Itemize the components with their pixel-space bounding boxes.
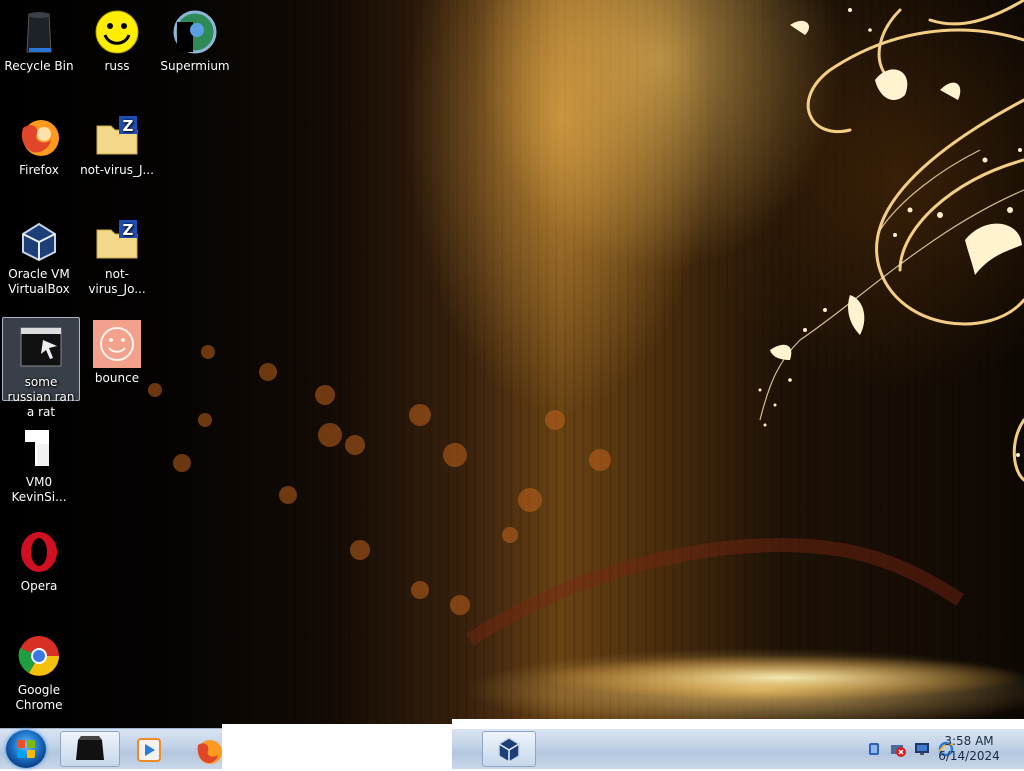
icon-label: some russian ran a rat bbox=[7, 375, 75, 419]
icon-label: VM0 KevinSi... bbox=[11, 475, 67, 504]
desktop-icon-recycle-bin[interactable]: Recycle Bin bbox=[1, 2, 77, 74]
clock-time: 3:58 AM bbox=[944, 734, 994, 748]
shield-icon[interactable] bbox=[866, 741, 882, 757]
desktop-icon-bounce[interactable]: bounce bbox=[79, 314, 155, 386]
taskbar[interactable]: 3:58 AM 6/14/2024 bbox=[0, 719, 1024, 769]
smiley-face-icon bbox=[93, 8, 141, 56]
icon-label: Opera bbox=[20, 579, 58, 593]
chrome-icon bbox=[15, 632, 63, 680]
icon-label: russ bbox=[104, 59, 130, 73]
taskbar-item-cmd-window[interactable] bbox=[60, 731, 120, 767]
start-button[interactable] bbox=[6, 730, 46, 768]
opera-icon bbox=[15, 528, 63, 576]
desktop-icon-russ[interactable]: russ bbox=[79, 2, 155, 74]
cmd-window-icon bbox=[76, 736, 104, 760]
taskbar-thumbnail-preview-edge bbox=[452, 719, 1024, 729]
recycle-bin-icon bbox=[15, 8, 63, 56]
svg-text:Z: Z bbox=[123, 117, 134, 135]
taskbar-thumbnail-preview bbox=[222, 724, 452, 769]
desktop-icon-oracle-vm-virtualbox[interactable]: Oracle VM VirtualBox bbox=[1, 210, 77, 297]
windows-logo-icon bbox=[17, 740, 35, 758]
clock-date: 6/14/2024 bbox=[938, 749, 1000, 763]
zip-folder-icon: Z bbox=[93, 216, 141, 264]
icon-label: Supermium bbox=[160, 59, 230, 73]
svg-text:Z: Z bbox=[123, 221, 134, 239]
icon-label: Recycle Bin bbox=[4, 59, 74, 73]
desktop[interactable]: Recycle Bin Firefox Oracle VM VirtualBox… bbox=[0, 0, 1024, 728]
taskbar-item-firefox[interactable] bbox=[188, 731, 224, 767]
supermium-icon bbox=[171, 8, 219, 56]
network-error-icon[interactable] bbox=[890, 741, 906, 757]
icon-label: not-virus_Jo... bbox=[88, 267, 146, 296]
icon-label: Google Chrome bbox=[15, 683, 63, 712]
virtualbox-icon bbox=[498, 737, 520, 763]
system-tray: 3:58 AM 6/14/2024 bbox=[824, 729, 1024, 769]
icon-label: bounce bbox=[94, 371, 140, 385]
desktop-icon-google-chrome[interactable]: Google Chrome bbox=[1, 626, 77, 713]
smiley-face-icon bbox=[93, 320, 141, 368]
icon-label: Oracle VM VirtualBox bbox=[8, 267, 70, 296]
desktop-icon-opera[interactable]: Opera bbox=[1, 522, 77, 594]
virtualbox-icon bbox=[15, 216, 63, 264]
taskbar-item-media-player[interactable] bbox=[128, 731, 170, 767]
taskbar-item-virtualbox[interactable] bbox=[482, 731, 536, 767]
desktop-icon-not-virus-2[interactable]: Z not-virus_Jo... bbox=[79, 210, 155, 297]
console-window-icon bbox=[17, 324, 65, 372]
zip-folder-icon: Z bbox=[93, 112, 141, 160]
desktop-icon-firefox[interactable]: Firefox bbox=[1, 106, 77, 178]
desktop-icon-some-russian-ran-a-rat[interactable]: some russian ran a rat bbox=[2, 317, 80, 419]
icon-label: Firefox bbox=[19, 163, 59, 177]
monitor-icon[interactable] bbox=[914, 741, 930, 757]
shortcut-file-icon bbox=[15, 424, 63, 472]
firefox-icon bbox=[15, 112, 63, 160]
media-player-icon bbox=[137, 738, 161, 762]
icon-label: not-virus_J... bbox=[80, 163, 154, 177]
desktop-icon-supermium[interactable]: Supermium bbox=[157, 2, 233, 74]
clock[interactable]: 3:58 AM 6/14/2024 bbox=[934, 734, 1004, 764]
desktop-icon-not-virus-1[interactable]: Z not-virus_J... bbox=[79, 106, 155, 178]
firefox-icon bbox=[197, 740, 222, 764]
desktop-icon-vm0-kevinsi[interactable]: VM0 KevinSi... bbox=[1, 418, 77, 505]
